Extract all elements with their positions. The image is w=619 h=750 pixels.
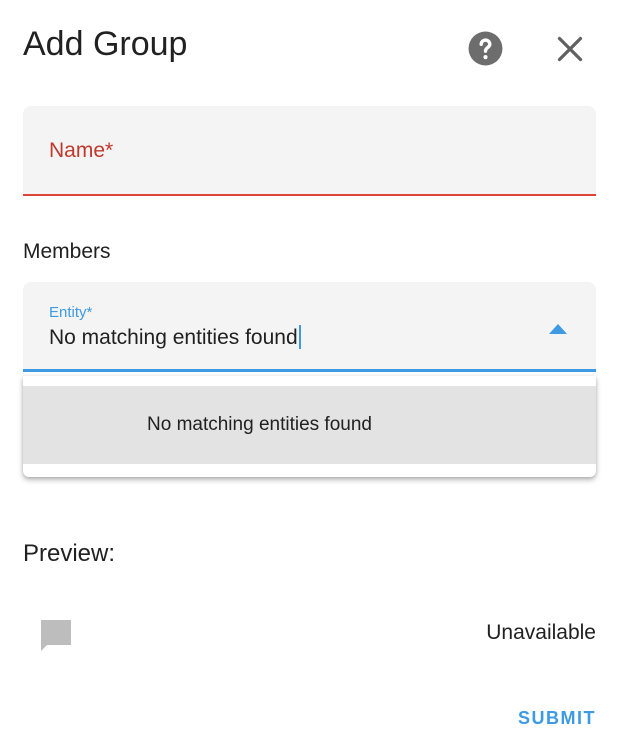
preview-label: Preview: — [23, 540, 116, 567]
entity-input-value: No matching entities found — [49, 326, 298, 349]
text-caret — [298, 325, 301, 349]
entity-field-label: Entity* — [49, 304, 93, 321]
list-item[interactable]: No matching entities found — [23, 386, 596, 464]
entity-dropdown-list: No matching entities found — [23, 376, 596, 477]
dialog-title: Add Group — [23, 25, 188, 63]
preview-state: Unavailable — [486, 621, 596, 644]
menu-up-icon[interactable] — [549, 324, 567, 334]
submit-button[interactable]: SUBMIT — [518, 708, 596, 729]
comment-icon — [41, 620, 71, 651]
add-group-dialog: Add Group Name* Members Entity* No match… — [0, 0, 619, 750]
name-field[interactable]: Name* — [23, 106, 596, 196]
close-icon[interactable] — [552, 31, 588, 67]
members-label: Members — [23, 240, 111, 263]
entity-combobox[interactable]: Entity* No matching entities found — [23, 282, 596, 372]
entity-input[interactable]: No matching entities found — [49, 325, 301, 350]
help-circle-icon[interactable] — [467, 30, 504, 67]
name-field-label: Name* — [49, 139, 114, 162]
